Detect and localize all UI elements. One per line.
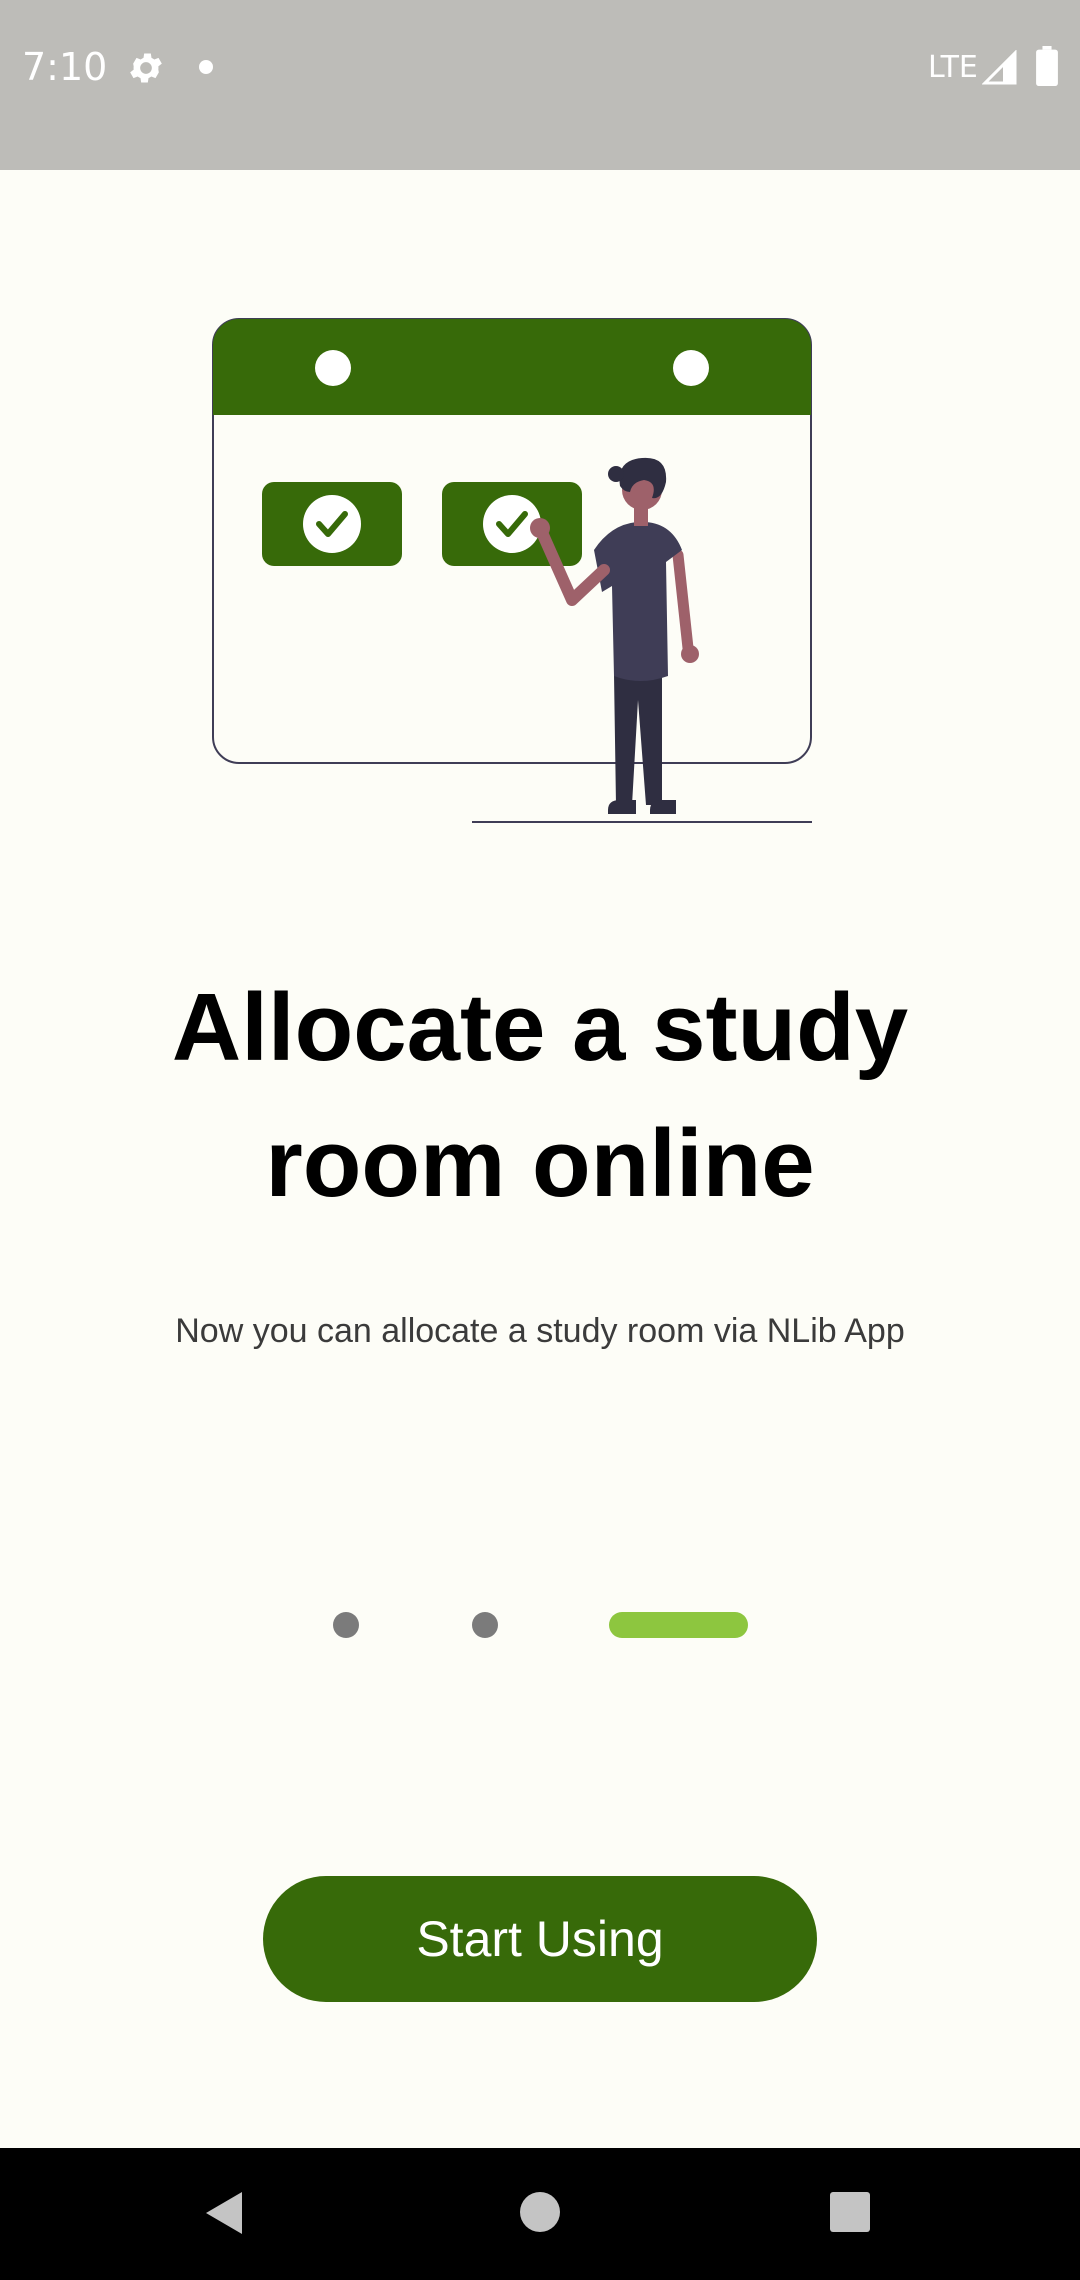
signal-icon [982,50,1017,85]
page-indicator-active[interactable] [609,1612,748,1638]
back-icon[interactable] [202,2188,246,2238]
status-time: 7:10 [22,45,108,89]
start-using-button[interactable]: Start Using [263,1876,817,2002]
status-bar: 7:10 LTE [0,0,1080,170]
gear-icon [130,53,162,83]
onboarding-title: Allocate a study room online [171,974,909,1217]
calendar-booking-illustration [212,318,812,823]
navigation-bar [0,2148,1080,2280]
onboarding-subtitle: Now you can allocate a study room via NL… [175,1312,905,1350]
checked-slot-icon [262,482,402,566]
checked-slot-icon [442,482,582,566]
network-type-label: LTE [928,50,978,85]
page-indicator-dot[interactable] [333,1612,359,1638]
home-icon[interactable] [520,2192,560,2232]
battery-icon [1036,46,1058,86]
notification-dot-icon [199,60,213,74]
page-indicator-dot[interactable] [472,1612,498,1638]
recents-icon[interactable] [830,2192,870,2232]
